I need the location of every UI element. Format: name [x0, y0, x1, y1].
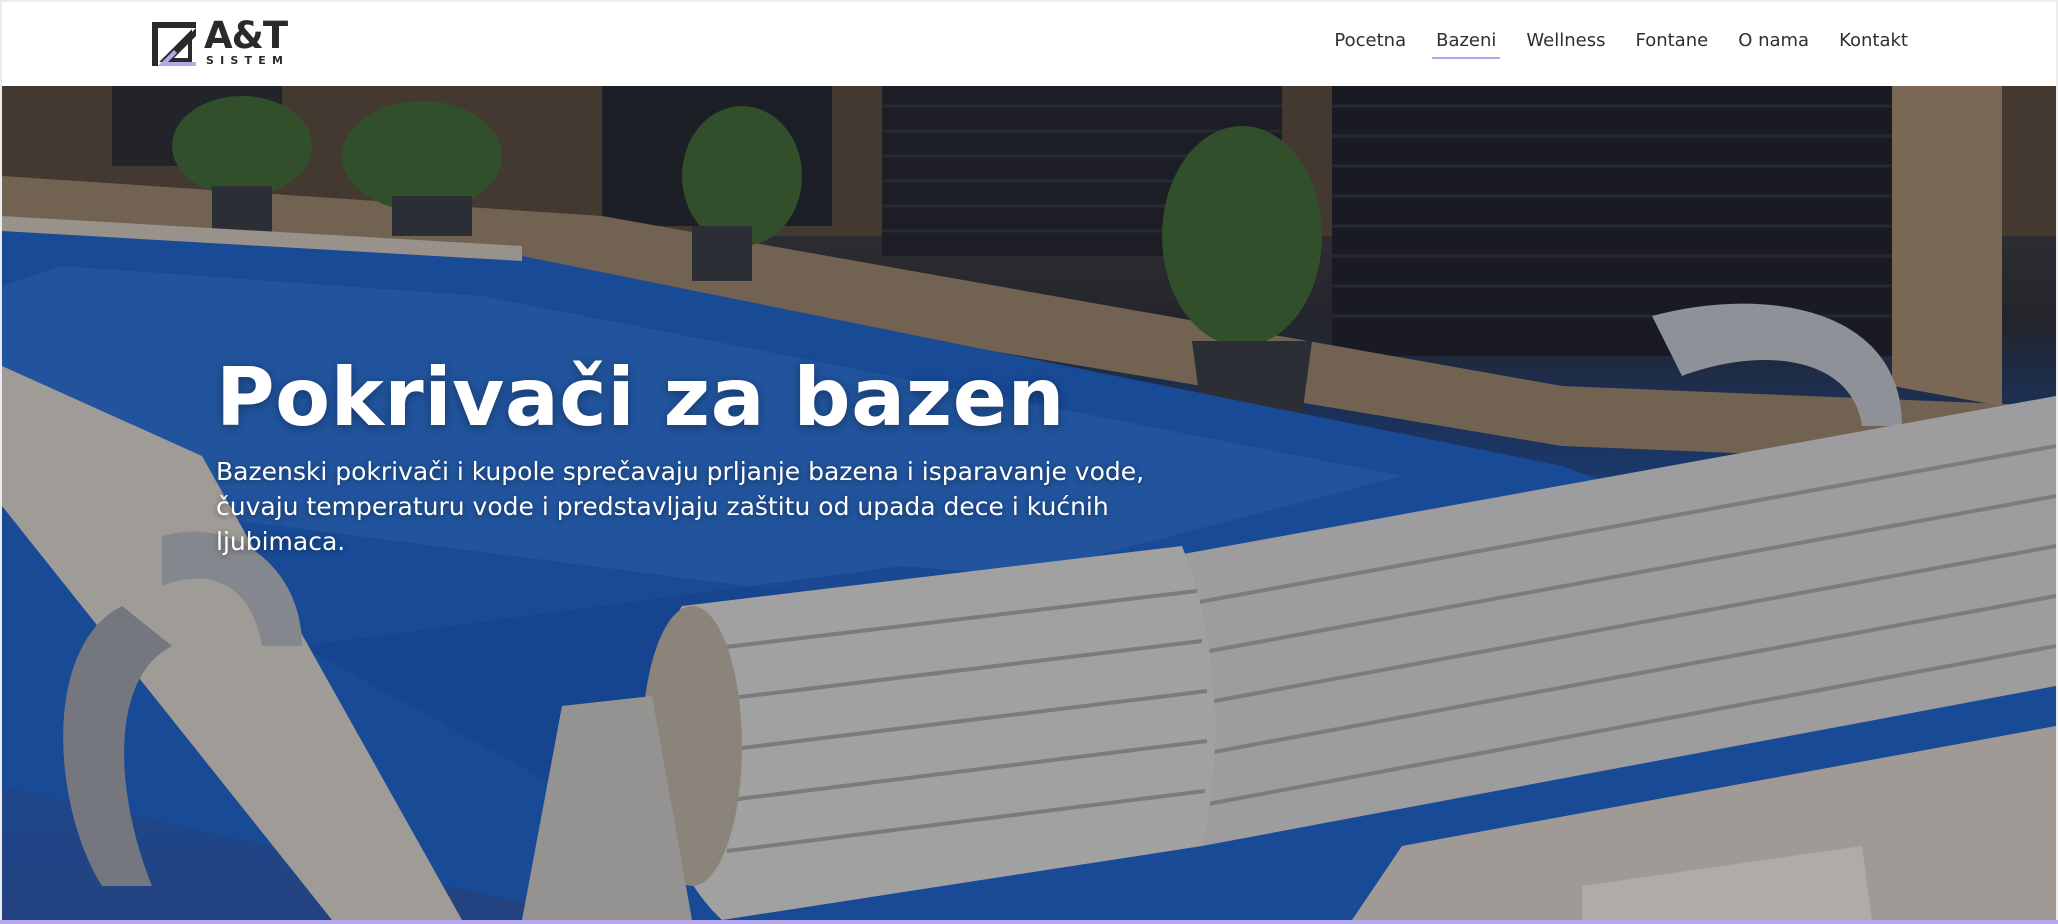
- main-nav: Pocetna Bazeni Wellness Fontane O nama K…: [1330, 28, 1912, 59]
- accent-strip: [0, 920, 2058, 924]
- at-sistem-logo-icon: [152, 22, 196, 66]
- nav-item-bazeni[interactable]: Bazeni: [1432, 28, 1501, 59]
- home-logo-link[interactable]: A&T SISTEM: [150, 14, 298, 70]
- hero-section: Pokrivači za bazen Bazenski pokrivači i …: [2, 86, 2056, 920]
- site-header: A&T SISTEM Pocetna Bazeni Wellness Fonta…: [2, 2, 2056, 86]
- brand-tagline: SISTEM: [206, 54, 290, 67]
- hero-description: Bazenski pokrivači i kupole sprečavaju p…: [216, 457, 1145, 556]
- nav-item-wellness[interactable]: Wellness: [1522, 28, 1609, 59]
- hero-title: Pokrivači za bazen: [216, 351, 1065, 444]
- nav-item-o-nama[interactable]: O nama: [1734, 28, 1813, 59]
- brand-name: A&T: [204, 14, 288, 57]
- nav-item-kontakt[interactable]: Kontakt: [1835, 28, 1912, 59]
- nav-item-pocetna[interactable]: Pocetna: [1330, 28, 1410, 59]
- hero-content: Pokrivači za bazen Bazenski pokrivači i …: [216, 356, 1216, 559]
- nav-item-fontane[interactable]: Fontane: [1631, 28, 1712, 59]
